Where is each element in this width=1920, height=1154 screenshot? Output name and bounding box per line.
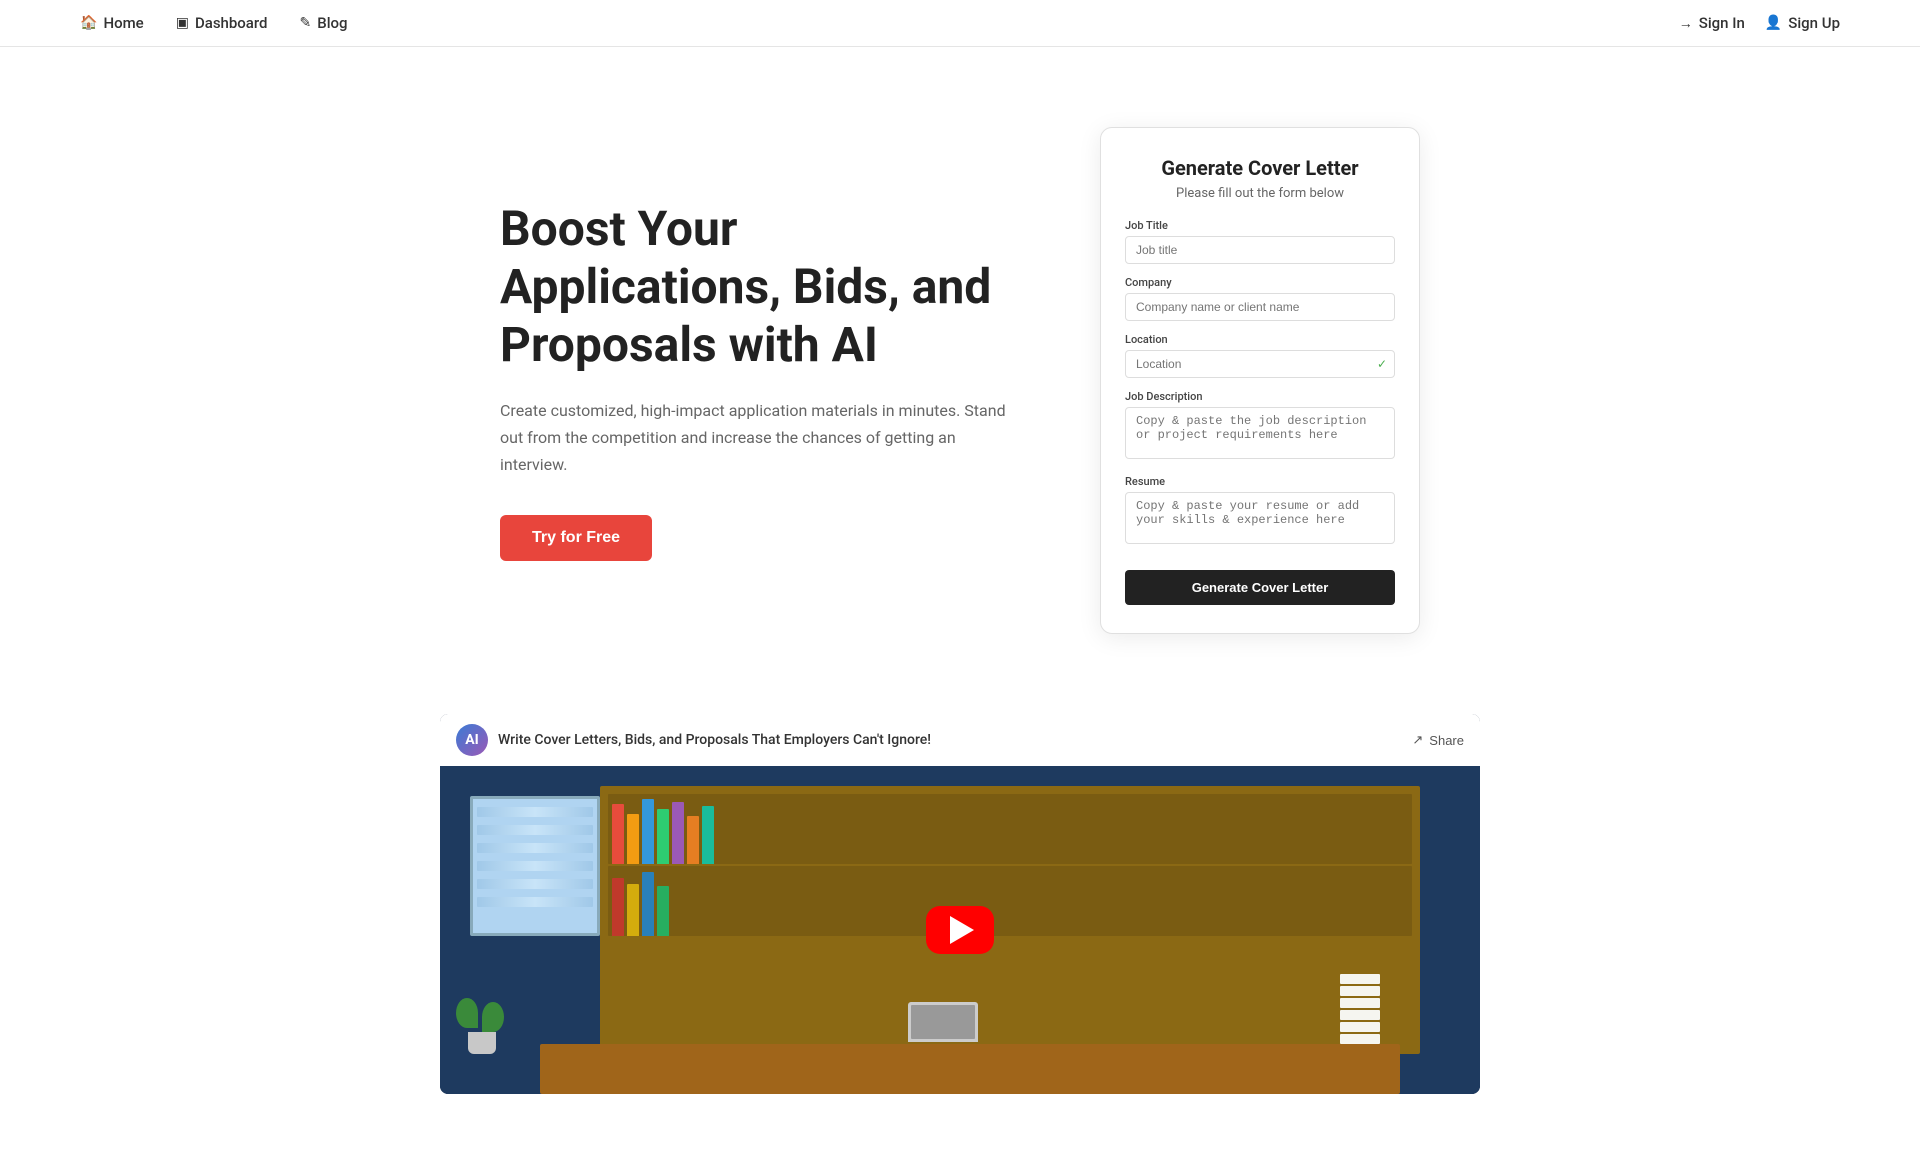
book-3 xyxy=(642,799,654,864)
plant-leaves xyxy=(456,998,504,1032)
nav-blog[interactable]: ✎ Blog xyxy=(300,14,348,32)
book-11 xyxy=(657,886,669,936)
blog-icon: ✎ xyxy=(300,15,312,31)
form-card-title: Generate Cover Letter xyxy=(1125,156,1395,180)
share-icon: ↗ xyxy=(1412,732,1423,748)
job-title-group: Job Title xyxy=(1125,219,1395,264)
resume-label: Resume xyxy=(1125,475,1395,488)
location-group: Location ✓ xyxy=(1125,333,1395,378)
video-header: AI Write Cover Letters, Bids, and Propos… xyxy=(440,714,1480,766)
paper-2 xyxy=(1340,986,1380,996)
channel-avatar: AI xyxy=(456,724,488,756)
share-button[interactable]: ↗ Share xyxy=(1412,732,1464,748)
hero-text: Boost Your Applications, Bids, and Propo… xyxy=(500,200,1020,560)
book-2 xyxy=(627,814,639,864)
job-description-group: Job Description xyxy=(1125,390,1395,463)
home-icon: 🏠 xyxy=(80,15,97,31)
generate-button[interactable]: Generate Cover Letter xyxy=(1125,570,1395,605)
window-blinds xyxy=(473,799,597,915)
scene-laptop xyxy=(908,1002,978,1042)
shelf-row-2 xyxy=(608,866,1412,936)
location-wrapper: ✓ xyxy=(1125,350,1395,378)
video-header-left: AI Write Cover Letters, Bids, and Propos… xyxy=(456,724,931,756)
paper-6 xyxy=(1340,1034,1380,1044)
book-9 xyxy=(627,884,639,936)
resume-group: Resume xyxy=(1125,475,1395,548)
laptop-screen xyxy=(911,1005,975,1039)
plant-pot xyxy=(468,1032,496,1054)
scene-bookshelf xyxy=(600,786,1420,1054)
hero-title: Boost Your Applications, Bids, and Propo… xyxy=(500,200,1020,373)
book-8 xyxy=(612,878,624,936)
video-scene xyxy=(440,766,1480,1094)
scene-plant xyxy=(460,998,504,1054)
blind-1 xyxy=(477,807,593,817)
leaf-2 xyxy=(482,1002,504,1032)
book-10 xyxy=(642,872,654,936)
nav-signup[interactable]: 👤 Sign Up xyxy=(1765,14,1840,32)
company-group: Company xyxy=(1125,276,1395,321)
hero-subtitle: Create customized, high-impact applicati… xyxy=(500,397,1020,479)
shelf-row-1 xyxy=(608,794,1412,864)
book-7 xyxy=(702,806,714,864)
nav-signup-label: Sign Up xyxy=(1788,14,1840,32)
leaf-1 xyxy=(456,998,478,1028)
paper-1 xyxy=(1340,974,1380,984)
blind-4 xyxy=(477,861,593,871)
video-container: AI Write Cover Letters, Bids, and Propos… xyxy=(440,714,1480,1094)
nav-dashboard[interactable]: ▣ Dashboard xyxy=(176,14,268,32)
hero-section: Boost Your Applications, Bids, and Propo… xyxy=(360,47,1560,694)
scene-desk xyxy=(540,1044,1400,1094)
blind-2 xyxy=(477,825,593,835)
paper-5 xyxy=(1340,1022,1380,1032)
nav-left: 🏠 Home ▣ Dashboard ✎ Blog xyxy=(80,14,348,32)
location-check-icon: ✓ xyxy=(1377,357,1387,371)
location-input[interactable] xyxy=(1125,350,1395,378)
nav-home-label: Home xyxy=(103,14,143,32)
nav-signin[interactable]: → Sign In xyxy=(1679,14,1745,32)
job-title-input[interactable] xyxy=(1125,236,1395,264)
company-input[interactable] xyxy=(1125,293,1395,321)
cta-button[interactable]: Try for Free xyxy=(500,515,652,561)
play-triangle-icon xyxy=(950,916,974,944)
book-6 xyxy=(687,816,699,864)
paper-3 xyxy=(1340,998,1380,1008)
channel-initial: AI xyxy=(465,732,479,748)
dashboard-icon: ▣ xyxy=(176,15,189,31)
paper-4 xyxy=(1340,1010,1380,1020)
book-5 xyxy=(672,802,684,864)
cover-letter-form-card: Generate Cover Letter Please fill out th… xyxy=(1100,127,1420,634)
signin-icon: → xyxy=(1679,15,1693,32)
book-1 xyxy=(612,804,624,864)
scene-papers xyxy=(1340,974,1380,1044)
nav-signin-label: Sign In xyxy=(1699,14,1745,32)
job-description-input[interactable] xyxy=(1125,407,1395,459)
job-title-label: Job Title xyxy=(1125,219,1395,232)
nav-dashboard-label: Dashboard xyxy=(195,14,268,32)
signup-icon: 👤 xyxy=(1765,15,1782,31)
form-card-subtitle: Please fill out the form below xyxy=(1125,186,1395,201)
video-title: Write Cover Letters, Bids, and Proposals… xyxy=(498,732,931,748)
resume-input[interactable] xyxy=(1125,492,1395,544)
company-label: Company xyxy=(1125,276,1395,289)
blind-6 xyxy=(477,897,593,907)
job-description-label: Job Description xyxy=(1125,390,1395,403)
share-label: Share xyxy=(1429,733,1464,748)
blind-3 xyxy=(477,843,593,853)
nav-right: → Sign In 👤 Sign Up xyxy=(1679,14,1840,32)
location-label: Location xyxy=(1125,333,1395,346)
blind-5 xyxy=(477,879,593,889)
play-button[interactable] xyxy=(926,906,994,954)
scene-window xyxy=(470,796,600,936)
book-4 xyxy=(657,809,669,864)
video-section: AI Write Cover Letters, Bids, and Propos… xyxy=(360,714,1560,1154)
nav-blog-label: Blog xyxy=(317,14,347,32)
navbar: 🏠 Home ▣ Dashboard ✎ Blog → Sign In 👤 Si… xyxy=(0,0,1920,47)
nav-home[interactable]: 🏠 Home xyxy=(80,14,144,32)
